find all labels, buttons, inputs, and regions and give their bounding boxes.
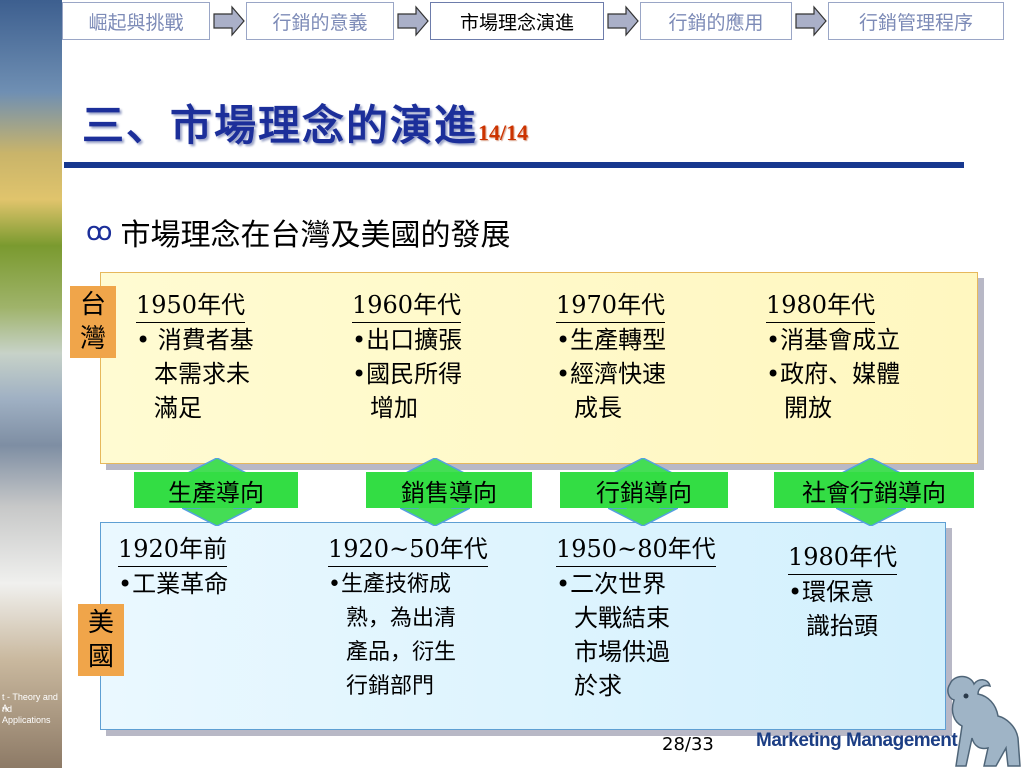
taiwan-col-1980s: 1980年代 •消基會成立 •政府、媒體 開放: [766, 288, 900, 425]
page-current: 28: [662, 734, 685, 755]
tab-market-concept-evolution[interactable]: 市場理念演進: [430, 2, 604, 40]
side-photo-strip: t - Theory and A nd Applications: [0, 0, 62, 768]
list-item-continued: 產品，衍生: [346, 640, 457, 665]
main-bullet: ꝏ 市場理念在台灣及美國的發展: [86, 210, 510, 254]
era-label: 1950年代: [136, 288, 246, 323]
list-item: •經濟快速: [556, 360, 667, 388]
list-item: •環保意: [788, 578, 875, 606]
list-item-continued: 增加: [370, 394, 418, 422]
page-title: 三、市場理念的演進14/14: [82, 92, 528, 153]
era-label: 1920年前: [118, 532, 228, 567]
tab-marketing-management-process[interactable]: 行銷管理程序: [828, 2, 1004, 40]
list-item: •消基會成立: [766, 326, 901, 354]
list-item-continued: 識抬頭: [806, 612, 878, 640]
list-item-continued: 熟，為出清: [346, 606, 457, 631]
title-underline: [64, 162, 964, 168]
top-navigation: 崛起與挑戰 行銷的意義 市場理念演進 行銷的應用 行銷管理程序: [62, 0, 1024, 44]
list-item-continued: 滿足: [154, 394, 202, 422]
list-item-continued: 大戰結束: [574, 604, 670, 632]
nav-arrow-icon: [397, 5, 429, 37]
list-item-continued: 成長: [574, 394, 622, 422]
page-title-text: 三、市場理念的演進: [82, 101, 479, 150]
nav-arrow-icon: [795, 5, 827, 37]
nav-arrow-icon: [213, 5, 245, 37]
usa-col-1950-80s: 1950~80年代 •二次世界 大戰結束 市場供過 於求: [556, 532, 716, 703]
side-caption-2: nd Applications: [2, 704, 51, 725]
list-item: •二次世界: [556, 570, 667, 598]
usa-tag-char-1: 美: [87, 608, 114, 638]
era-label: 1960年代: [352, 288, 462, 323]
list-item-continued: 行銷部門: [346, 674, 435, 699]
usa-col-1920-50s: 1920~50年代 •生產技術成 熟，為出清 產品，衍生 行銷部門: [328, 532, 488, 704]
list-item: •生產轉型: [556, 326, 667, 354]
usa-col-1980s: 1980年代 •環保意 識抬頭: [788, 540, 898, 643]
list-item-continued: 於求: [574, 672, 622, 700]
taiwan-col-1970s: 1970年代 •生產轉型 •經濟快速 成長: [556, 288, 666, 425]
taiwan-col-1950s: 1950年代 • 消費者基 本需求未 滿足: [136, 288, 254, 425]
list-item: •出口擴張: [352, 326, 463, 354]
orientation-marketing: 行銷導向: [560, 472, 728, 508]
era-label: 1980年代: [766, 288, 876, 323]
list-item-continued: 本需求未: [154, 360, 250, 388]
era-label: 1920~50年代: [328, 532, 488, 567]
list-item: • 消費者基: [136, 326, 254, 354]
tab-marketing-application[interactable]: 行銷的應用: [640, 2, 792, 40]
list-item-continued: 市場供過: [574, 638, 670, 666]
brand-text: Marketing Management: [756, 730, 958, 751]
era-label: 1950~80年代: [556, 532, 716, 567]
page-total: /33: [684, 734, 714, 755]
main-bullet-text: 市場理念在台灣及美國的發展: [120, 218, 511, 253]
usa-col-before-1920: 1920年前 •工業革命: [118, 532, 228, 601]
nav-arrow-icon: [607, 5, 639, 37]
tab-marketing-meaning[interactable]: 行銷的意義: [246, 2, 394, 40]
tab-rise-and-challenge[interactable]: 崛起與挑戰: [62, 2, 210, 40]
era-label: 1980年代: [788, 540, 898, 575]
usa-tag: 美 國: [78, 604, 124, 676]
usa-tag-char-2: 國: [87, 642, 114, 672]
list-item: •政府、媒體: [766, 360, 901, 388]
era-label: 1970年代: [556, 288, 666, 323]
taiwan-tag: 台 灣: [70, 286, 116, 358]
orientation-social-marketing: 社會行銷導向: [774, 472, 974, 508]
orientation-sales: 銷售導向: [366, 472, 532, 508]
list-item: •工業革命: [118, 570, 229, 598]
taiwan-tag-char-2: 灣: [79, 324, 106, 354]
taiwan-tag-char-1: 台: [79, 290, 106, 320]
orientation-production: 生產導向: [134, 472, 298, 508]
list-item: •生產技術成: [328, 572, 451, 597]
page-title-index: 14/14: [478, 120, 529, 145]
list-item-continued: 開放: [784, 394, 832, 422]
taiwan-col-1960s: 1960年代 •出口擴張 •國民所得 增加: [352, 288, 462, 425]
bullet-icon: ꝏ: [86, 217, 113, 247]
list-item: •國民所得: [352, 360, 463, 388]
page-number: 28/33: [662, 734, 714, 755]
goat-logo-icon: [947, 675, 1021, 767]
